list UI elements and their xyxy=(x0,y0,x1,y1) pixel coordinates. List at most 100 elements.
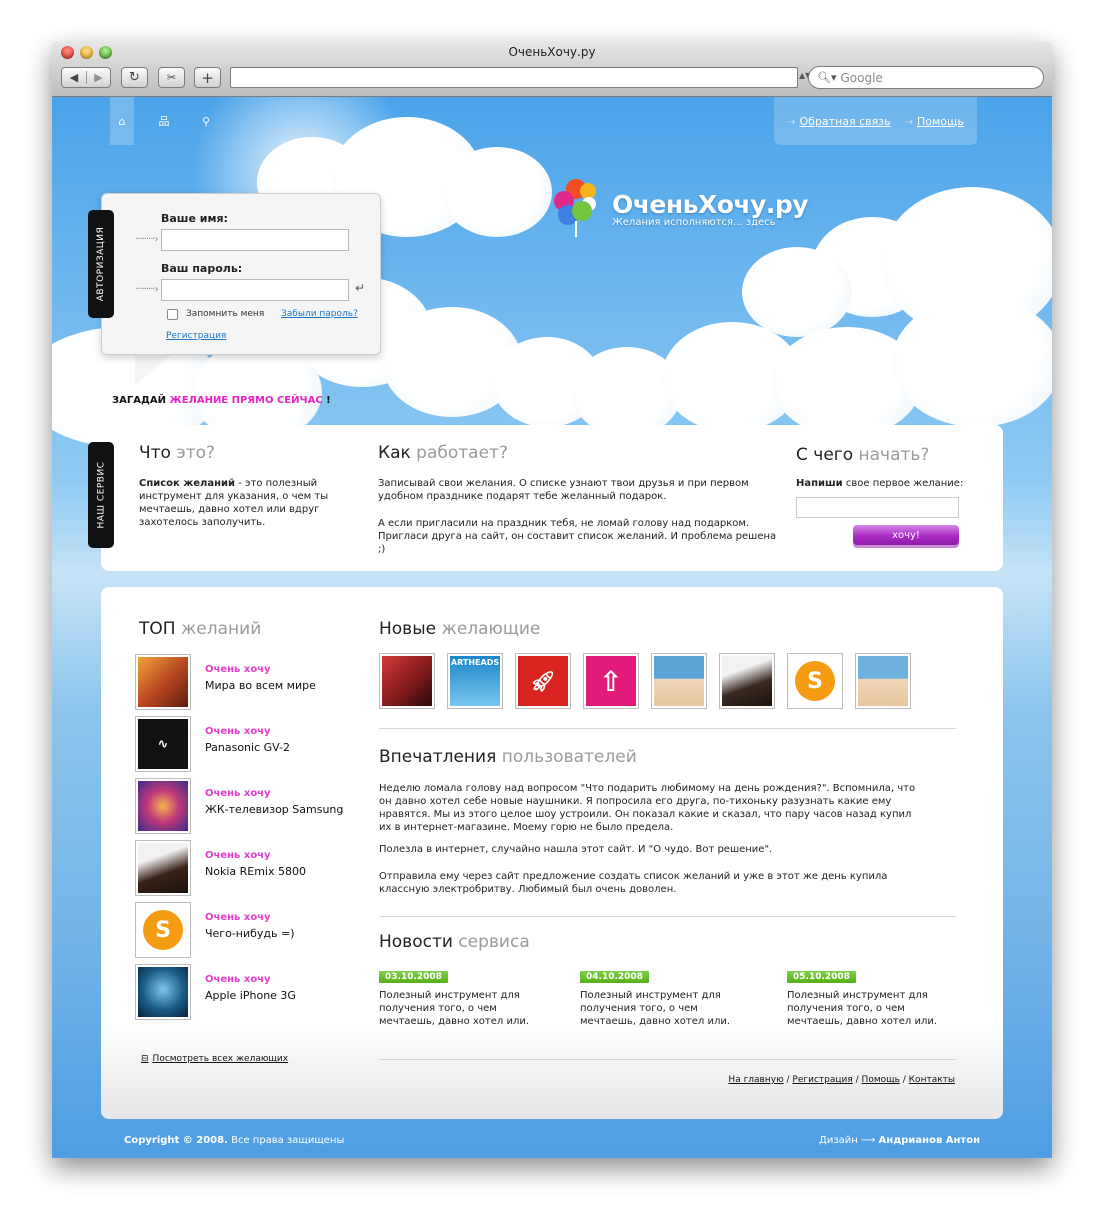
feedback-link-wrap: ⇢ Обратная связь xyxy=(787,115,891,128)
wish-thumbnail: ∿ xyxy=(135,716,191,772)
footer-home-link[interactable]: На главную xyxy=(728,1075,783,1085)
user-avatar[interactable]: ⇧ xyxy=(583,653,639,709)
name-input[interactable] xyxy=(161,229,349,251)
top-icon-nav: ⌂ 品 ⚲ xyxy=(110,97,218,145)
search-icon: 🔍︎▾ xyxy=(817,71,837,84)
user-avatar[interactable] xyxy=(855,653,911,709)
user-avatar[interactable]: S xyxy=(787,653,843,709)
address-bar[interactable] xyxy=(230,67,798,88)
design-credit: Дизайн ⟶ Андрианов Антон xyxy=(819,1135,980,1146)
our-service-side-tab: НАШ СЕРВИС xyxy=(88,442,114,548)
news-date-badge: 05.10.2008 xyxy=(787,971,856,983)
wish-thumbnail xyxy=(135,654,191,710)
search-placeholder: Google xyxy=(840,70,883,85)
top-links: ⇢ Обратная связь ⇢ Помощь xyxy=(774,97,977,145)
top-wish-item[interactable]: S Очень хочу Чего-нибудь =) xyxy=(135,902,395,958)
password-input[interactable] xyxy=(161,279,349,301)
help-link[interactable]: Помощь xyxy=(917,115,964,128)
news-title: Новости сервиса xyxy=(379,932,530,952)
logo-title: ОченьХочу.ру xyxy=(612,190,809,219)
web-page: ⌂ 品 ⚲ ⇢ Обратная связь ⇢ Помощь ОченьХочу.… xyxy=(52,97,1052,1158)
feedback-link[interactable]: Обратная связь xyxy=(800,115,891,128)
top-wishes-title: ТОП желаний xyxy=(139,619,262,639)
top-wish-item[interactable]: Очень хочу Apple iPhone 3G xyxy=(135,964,395,1020)
get-started-title: С чего начать? xyxy=(796,445,930,465)
forward-button[interactable]: ▶ xyxy=(86,71,110,84)
auth-side-tab: АВТОРИЗАЦИЯ xyxy=(88,210,114,318)
review-text-2: Полезла в интернет, случайно нашла этот … xyxy=(379,844,773,855)
add-bookmark-button[interactable]: + xyxy=(194,67,221,88)
want-button[interactable]: хочу! xyxy=(853,525,959,545)
footer-help-link[interactable]: Помощь xyxy=(862,1075,900,1085)
get-started-text: Напиши свое первое желание: xyxy=(796,478,964,489)
top-wish-item[interactable]: ∿ Очень хочу Panasonic GV-2 xyxy=(135,716,395,772)
main-panel: ТОП желаний Очень хочу Мира во всем мире… xyxy=(101,587,1003,1119)
name-label: Ваше имя: xyxy=(161,212,228,225)
see-all-users-link[interactable]: ⊟ Посмотреть всех желающих xyxy=(141,1054,288,1064)
home-icon[interactable]: ⌂ xyxy=(110,97,134,145)
login-speech-tail xyxy=(135,355,171,385)
forgot-password-link[interactable]: Забыли пароль? xyxy=(281,309,358,319)
news-item: 03.10.2008 Полезный инструмент для получ… xyxy=(379,971,530,1027)
wish-thumbnail xyxy=(135,840,191,896)
how-it-works-text-2: А если пригласили на праздник тебя, не л… xyxy=(378,518,777,555)
arrow-dots-icon: ·········› xyxy=(135,234,159,245)
sitemap-icon[interactable]: 品 xyxy=(152,97,176,145)
enter-submit-icon[interactable]: ↵ xyxy=(355,281,365,295)
divider xyxy=(379,728,956,729)
back-button[interactable]: ◀ xyxy=(62,71,86,84)
window-title: ОченьХочу.ру xyxy=(508,45,596,59)
user-avatar[interactable]: ARTHEADS xyxy=(447,653,503,709)
top-wish-item[interactable]: Очень хочу Мира во всем мире xyxy=(135,654,395,710)
snip-button[interactable]: ✂ xyxy=(158,67,185,88)
browser-toolbar: ОченьХочу.ру ◀ ▶ ↻ ✂ + ▲▼ 🔍︎▾ Google xyxy=(52,42,1052,97)
wish-thumbnail: S xyxy=(135,902,191,958)
remember-me-label: Запомнить меня xyxy=(186,309,265,319)
arrow-icon: ⇢ xyxy=(787,116,796,128)
top-wish-item[interactable]: Очень хочу Nokia REmix 5800 xyxy=(135,840,395,896)
review-text-1: Неделю ломала голову над вопросом "Что п… xyxy=(379,783,916,833)
what-is-text: Список желаний - это полезный инструмент… xyxy=(139,478,329,528)
arrow-icon: ⟶ xyxy=(861,1135,876,1146)
copyright: Copyright © 2008. Все права защищены xyxy=(124,1135,345,1146)
user-avatar[interactable] xyxy=(379,653,435,709)
news-date-badge: 03.10.2008 xyxy=(379,971,448,983)
google-search-field[interactable]: 🔍︎▾ Google xyxy=(808,66,1044,89)
divider xyxy=(379,1059,956,1060)
footer-links: На главную / Регистрация / Помощь / Конт… xyxy=(728,1075,955,1085)
login-box: Ваше имя: ·········› Ваш пароль: ·······… xyxy=(101,193,381,355)
remember-me-checkbox[interactable] xyxy=(167,309,178,320)
review-text-3: Отправила ему через сайт предложение соз… xyxy=(379,871,888,895)
wish-thumbnail xyxy=(135,964,191,1020)
how-it-works-title: Как работает? xyxy=(378,443,508,463)
reload-button[interactable]: ↻ xyxy=(121,67,148,88)
list-icon: ⊟ xyxy=(141,1054,149,1064)
service-panel: Что это? Список желаний - это полезный и… xyxy=(101,425,1003,571)
top-wish-item[interactable]: Очень хочу ЖК-телевизор Samsung xyxy=(135,778,395,834)
footer-register-link[interactable]: Регистрация xyxy=(792,1075,852,1085)
tagline-highlight: ЖЕЛАНИЕ ПРЯМО СЕЙЧАС xyxy=(169,395,323,406)
first-wish-input[interactable] xyxy=(796,497,959,518)
tagline: ЗАГАДАЙ ЖЕЛАНИЕ ПРЯМО СЕЙЧАС ! xyxy=(112,395,331,406)
user-avatar[interactable] xyxy=(719,653,775,709)
register-link[interactable]: Регистрация xyxy=(166,331,226,341)
news-date-badge: 04.10.2008 xyxy=(580,971,649,983)
search-icon[interactable]: ⚲ xyxy=(194,97,218,145)
divider xyxy=(379,916,956,917)
browser-window: ОченьХочу.ру ◀ ▶ ↻ ✂ + ▲▼ 🔍︎▾ Google ⌂ 品… xyxy=(52,42,1052,1158)
news-item: 04.10.2008 Полезный инструмент для получ… xyxy=(580,971,731,1027)
user-avatar[interactable] xyxy=(651,653,707,709)
site-logo[interactable]: ОченьХочу.ру Желания исполняются... здес… xyxy=(552,179,809,239)
back-forward-buttons: ◀ ▶ xyxy=(61,67,111,88)
arrow-icon: ⇢ xyxy=(904,116,913,128)
flower-logo-icon xyxy=(552,179,606,239)
how-it-works-text-1: Записывай свои желания. О списке узнают … xyxy=(378,478,749,502)
user-avatar[interactable]: 🚀︎ xyxy=(515,653,571,709)
new-users-avatars: ARTHEADS 🚀︎ ⇧ S xyxy=(379,653,911,709)
help-link-wrap: ⇢ Помощь xyxy=(905,115,964,128)
footer-contacts-link[interactable]: Контакты xyxy=(909,1075,955,1085)
news-item: 05.10.2008 Полезный инструмент для получ… xyxy=(787,971,938,1027)
what-is-title: Что это? xyxy=(139,443,216,463)
password-label: Ваш пароль: xyxy=(161,262,243,275)
reviews-title: Впечатления пользователей xyxy=(379,747,637,767)
